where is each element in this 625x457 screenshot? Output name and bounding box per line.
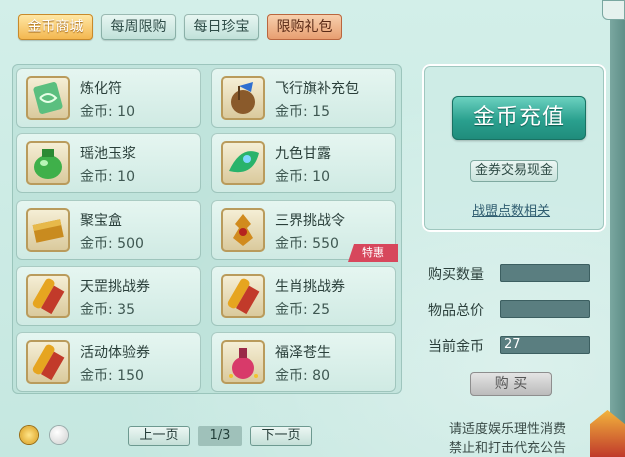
shop-item-challenge-token[interactable]: 1 三界挑战令 金币: 550 特惠: [211, 200, 398, 262]
current-gold-label: 当前金币: [428, 339, 484, 355]
total-price-field: [500, 300, 590, 318]
scroll-icon: [221, 274, 265, 318]
rational-consumption-notice: 请适度娱乐理性消费: [449, 422, 567, 437]
item-name: 活动体验券: [80, 345, 150, 361]
special-offer-badge: 特惠: [348, 244, 398, 262]
round-toggle-icon[interactable]: [50, 426, 68, 444]
item-name: 九色甘露: [275, 146, 331, 162]
item-price: 金币: 35: [80, 302, 135, 318]
window-corner: [602, 0, 625, 20]
jade-jar-icon: [26, 141, 70, 185]
buy-button[interactable]: 购 买: [470, 372, 552, 396]
item-name: 生肖挑战券: [275, 279, 345, 295]
shop-item-event-ticket[interactable]: 活动体验券 金币: 150: [16, 332, 201, 392]
shop-item-flag-pack[interactable]: 飞行旗补充包 金币: 15: [211, 68, 396, 128]
next-page-button[interactable]: 下一页: [250, 426, 312, 446]
current-gold-field: 27: [500, 336, 590, 354]
anti-proxy-recharge-notice[interactable]: 禁止和打击代充公告: [449, 437, 566, 456]
prev-page-button[interactable]: 上一页: [128, 426, 190, 446]
item-name: 飞行旗补充包: [275, 81, 359, 97]
item-price: 金币: 550: [275, 236, 339, 252]
buy-quantity-label: 购买数量: [428, 267, 484, 283]
alliance-points-link[interactable]: 战盟点数相关: [472, 200, 550, 219]
magnifier-icon[interactable]: [20, 426, 38, 444]
item-price: 金币: 25: [275, 302, 330, 318]
gold-recharge-button[interactable]: 金币充值: [452, 96, 586, 140]
dew-leaf-icon: [221, 141, 265, 185]
tab-daily-treasure[interactable]: 每日珍宝: [184, 14, 259, 40]
shop-item-dew[interactable]: 九色甘露 金币: 10: [211, 133, 396, 193]
item-price: 金币: 150: [80, 368, 144, 384]
shop-item-treasure-box[interactable]: 聚宝盒 金币: 500: [16, 200, 201, 260]
treasure-box-icon: [26, 208, 70, 252]
scroll-icon: [26, 340, 70, 384]
scroll-icon: [26, 274, 70, 318]
tab-limited-pack[interactable]: 限购礼包: [267, 14, 342, 40]
window-edge: [610, 0, 625, 457]
tab-gold-shop[interactable]: 金币商城: [18, 14, 93, 40]
flag-pack-icon: [221, 76, 265, 120]
item-price: 金币: 15: [275, 104, 330, 120]
item-name: 瑶池玉浆: [80, 146, 136, 162]
buy-quantity-field[interactable]: [500, 264, 590, 282]
coupon-exchange-button[interactable]: 金券交易现金: [470, 160, 558, 182]
item-price: 金币: 10: [80, 169, 135, 185]
potion-icon: [221, 340, 265, 384]
shop-item-talisman[interactable]: 炼化符 金币: 10: [16, 68, 201, 128]
item-name: 炼化符: [80, 81, 122, 97]
shop-item-zodiac-ticket[interactable]: 生肖挑战券 金币: 25: [211, 266, 396, 326]
item-name: 三界挑战令: [275, 213, 345, 229]
item-name: 福泽苍生: [275, 345, 331, 361]
item-price: 金币: 10: [275, 169, 330, 185]
challenge-token-icon: 1: [221, 208, 265, 252]
item-name: 聚宝盒: [80, 213, 122, 229]
item-name: 天罡挑战券: [80, 279, 150, 295]
shop-item-jade-jar[interactable]: 瑶池玉浆 金币: 10: [16, 133, 201, 193]
total-price-label: 物品总价: [428, 303, 484, 319]
item-price: 金币: 80: [275, 368, 330, 384]
item-price: 金币: 10: [80, 104, 135, 120]
shop-item-blessing-potion[interactable]: 福泽苍生 金币: 80: [211, 332, 396, 392]
item-price: 金币: 500: [80, 236, 144, 252]
shop-item-tiangang-ticket[interactable]: 天罡挑战券 金币: 35: [16, 266, 201, 326]
talisman-icon: [26, 76, 70, 120]
tab-weekly-limited[interactable]: 每周限购: [101, 14, 176, 40]
page-indicator: 1/3: [198, 426, 242, 446]
